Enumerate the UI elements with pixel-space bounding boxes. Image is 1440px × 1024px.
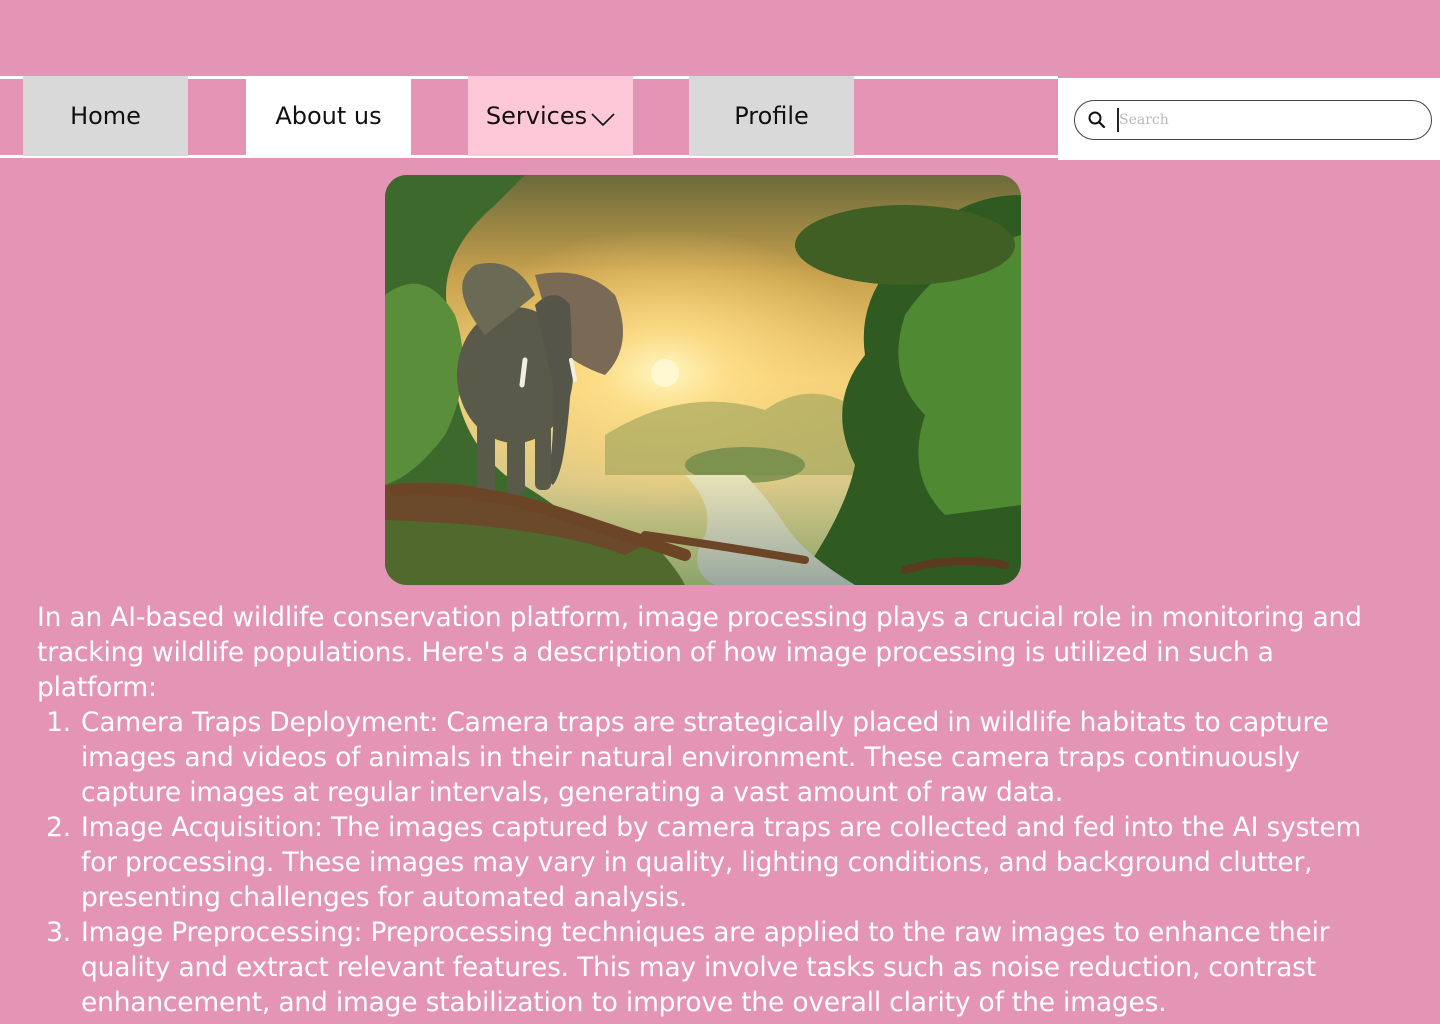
list-number: 1. [46,707,71,738]
list-text: Camera Traps Deployment: Camera traps ar… [81,707,1329,808]
list-number: 2. [46,812,71,843]
article-intro: In an AI-based wildlife conservation pla… [37,602,1362,703]
nav-item-about-us[interactable]: About us [246,76,411,156]
article: In an AI-based wildlife conservation pla… [37,600,1377,1020]
search-input[interactable] [1119,107,1419,133]
nav-item-home[interactable]: Home [23,76,188,156]
nav-item-label: About us [275,102,382,130]
search-icon[interactable] [1087,110,1107,134]
list-item: 1. Camera Traps Deployment: Camera traps… [37,705,1377,810]
nav-item-label: Home [70,102,141,130]
list-text: Image Acquisition: The images captured b… [81,812,1362,913]
search-area [1058,78,1440,160]
list-text: Image Preprocessing: Preprocessing techn… [81,917,1330,1018]
list-item: 2. Image Acquisition: The images capture… [37,810,1377,915]
nav-item-services[interactable]: Services [468,76,633,156]
list-item: 3. Image Preprocessing: Preprocessing te… [37,915,1377,1020]
nav-item-label: Profile [734,102,809,130]
elephant-landscape-image [385,175,1021,585]
steps-list: 1. Camera Traps Deployment: Camera traps… [37,705,1377,1020]
nav-item-label: Services [485,102,588,130]
search-box[interactable] [1074,100,1432,140]
hero-image [385,175,1021,585]
nav-item-profile[interactable]: Profile [689,76,854,156]
chevron-down-icon [591,105,615,133]
list-number: 3. [46,917,71,948]
